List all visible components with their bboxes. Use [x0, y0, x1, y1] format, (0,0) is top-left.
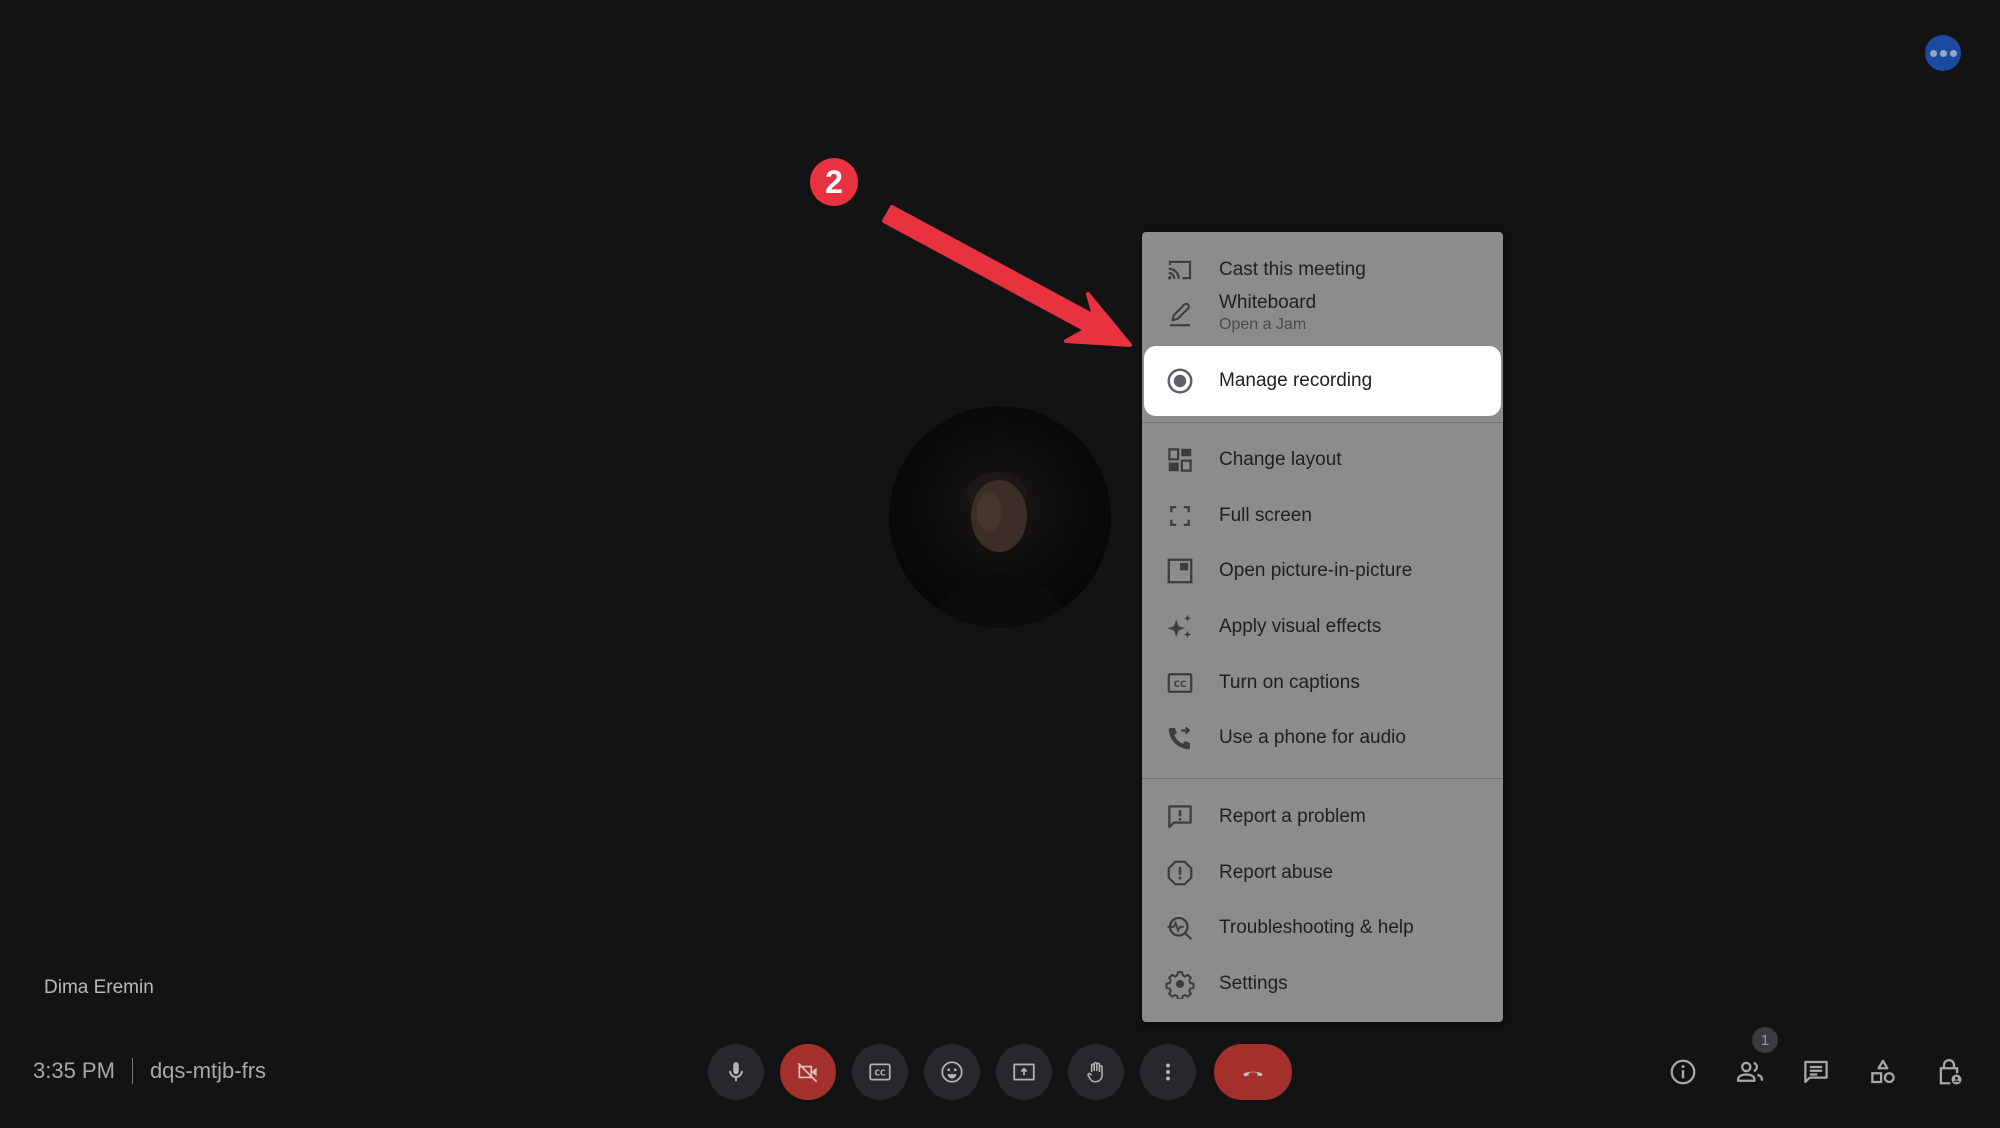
- cast-icon: [1164, 254, 1196, 286]
- hand-icon: [1087, 1061, 1103, 1083]
- meeting-time: 3:35 PM: [33, 1058, 115, 1083]
- end-call-icon: [1243, 1071, 1263, 1077]
- microphone-button[interactable]: [708, 1044, 764, 1100]
- people-count-badge: 1: [1752, 1027, 1778, 1053]
- menu-item-picture-in-picture[interactable]: Open picture-in-picture: [1142, 543, 1503, 599]
- menu-item-phone-audio[interactable]: Use a phone for audio: [1142, 710, 1503, 766]
- svg-text:CC: CC: [874, 1069, 886, 1078]
- closed-captions-icon: CC: [1164, 667, 1196, 699]
- menu-item-manage-recording[interactable]: Manage recording: [1144, 346, 1501, 416]
- menu-item-report-abuse[interactable]: Report abuse: [1142, 845, 1503, 901]
- menu-item-change-layout[interactable]: Change layout: [1142, 432, 1503, 488]
- lock-person-icon: [1939, 1059, 1962, 1085]
- fullscreen-icon: [1164, 500, 1196, 532]
- dot: [1939, 49, 1947, 57]
- separator: [131, 1058, 133, 1084]
- meeting-details-button[interactable]: [1664, 1053, 1702, 1091]
- meeting-info: 3:35 PM dqs-mtjb-frs: [33, 1058, 266, 1084]
- participant-name: Dima Eremin: [44, 977, 154, 998]
- menu-item-label: Turn on captions: [1219, 672, 1360, 693]
- captions-button[interactable]: CC: [852, 1044, 908, 1100]
- dot: [1949, 49, 1957, 57]
- more-vert-icon: [1166, 1063, 1170, 1081]
- closed-captions-icon: CC: [869, 1063, 891, 1081]
- menu-item-label: Manage recording: [1219, 370, 1373, 391]
- menu-item-report-problem[interactable]: Report a problem: [1142, 789, 1503, 845]
- dot: [1929, 49, 1937, 57]
- gear-icon: [1164, 968, 1196, 1000]
- menu-item-label: Whiteboard: [1219, 292, 1317, 313]
- more-options-top-button[interactable]: [1925, 35, 1961, 71]
- emoji-icon: [941, 1061, 963, 1083]
- raise-hand-button[interactable]: [1068, 1044, 1124, 1100]
- activities-button[interactable]: [1864, 1053, 1902, 1091]
- report-abuse-icon: [1164, 857, 1196, 889]
- menu-item-label: Cast this meeting: [1219, 259, 1366, 280]
- report-problem-icon: [1164, 801, 1196, 833]
- menu-item-label: Report a problem: [1219, 806, 1366, 827]
- menu-item-label: Report abuse: [1219, 862, 1334, 883]
- menu-item-label: Full screen: [1219, 505, 1312, 526]
- record-icon: [1164, 365, 1196, 397]
- microphone-icon: [729, 1062, 743, 1082]
- menu-item-captions[interactable]: CC Turn on captions: [1142, 655, 1503, 711]
- menu-item-label: Troubleshooting & help: [1219, 917, 1414, 938]
- sparkle-icon: [1164, 611, 1196, 643]
- menu-item-whiteboard[interactable]: Whiteboard Open a Jam: [1142, 286, 1503, 342]
- menu-item-label: Settings: [1219, 973, 1288, 994]
- layout-icon: [1164, 444, 1196, 476]
- shapes-icon: [1871, 1059, 1895, 1084]
- menu-item-label: Apply visual effects: [1219, 616, 1382, 637]
- camera-toggle-button[interactable]: [780, 1044, 836, 1100]
- menu-item-label: Open picture-in-picture: [1219, 560, 1413, 581]
- more-options-menu: Cast this meeting Whiteboard Open a Jam …: [1142, 232, 1503, 1022]
- people-button[interactable]: [1731, 1053, 1769, 1091]
- step-number-badge: 2: [810, 158, 858, 206]
- phone-forward-icon: [1164, 722, 1196, 754]
- menu-item-settings[interactable]: Settings: [1142, 956, 1503, 1012]
- menu-item-full-screen[interactable]: Full screen: [1142, 488, 1503, 544]
- present-screen-icon: [1013, 1063, 1035, 1081]
- people-icon: [1737, 1061, 1763, 1082]
- avatar-photo: [929, 472, 1074, 628]
- meeting-code: dqs-mtjb-frs: [149, 1058, 267, 1083]
- menu-item-visual-effects[interactable]: Apply visual effects: [1142, 599, 1503, 655]
- menu-divider: [1142, 422, 1503, 423]
- picture-in-picture-icon: [1164, 555, 1196, 587]
- host-controls-button[interactable]: [1930, 1053, 1968, 1091]
- menu-item-troubleshooting[interactable]: Troubleshooting & help: [1142, 900, 1503, 956]
- menu-item-label: Change layout: [1219, 449, 1342, 470]
- chat-icon: [1804, 1060, 1828, 1084]
- present-button[interactable]: [996, 1044, 1052, 1100]
- info-icon: [1670, 1059, 1696, 1085]
- reactions-button[interactable]: [924, 1044, 980, 1100]
- svg-text:CC: CC: [1174, 680, 1187, 690]
- menu-item-sublabel: Open a Jam: [1219, 316, 1307, 333]
- participant-avatar: [889, 406, 1111, 628]
- pencil-icon: [1164, 298, 1196, 330]
- menu-item-label: Use a phone for audio: [1219, 727, 1406, 748]
- camera-off-icon: [797, 1062, 818, 1083]
- more-options-button[interactable]: [1140, 1044, 1196, 1100]
- troubleshoot-icon: [1164, 912, 1196, 944]
- menu-divider: [1142, 778, 1503, 779]
- chat-button[interactable]: [1797, 1053, 1835, 1091]
- leave-call-button[interactable]: [1214, 1044, 1292, 1100]
